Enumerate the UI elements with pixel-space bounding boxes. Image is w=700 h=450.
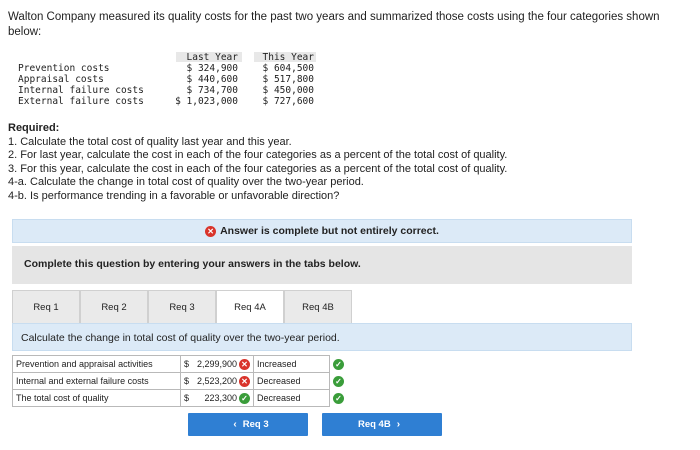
table-row: Internal and external failure costs $ 2,…	[12, 372, 346, 390]
direction-select[interactable]: Decreased	[253, 389, 330, 407]
chevron-right-icon: ›	[396, 419, 401, 430]
cost-row-last: $ 734,700	[186, 85, 238, 96]
answer-row-label: The total cost of quality	[12, 389, 181, 407]
cost-row-label: Appraisal costs	[18, 74, 104, 85]
answer-row-label: Internal and external failure costs	[12, 372, 181, 390]
cost-row-label: Prevention costs	[18, 63, 110, 74]
prev-req-label: Req 3	[242, 419, 269, 430]
direction-select[interactable]: Increased	[253, 355, 330, 373]
amount-input[interactable]: $ 2,523,200 ✕	[180, 372, 254, 390]
incorrect-icon: ✕	[239, 358, 250, 370]
tab-req-4b[interactable]: Req 4B	[284, 290, 352, 324]
required-item: 2. For last year, calculate the cost in …	[8, 149, 508, 161]
cost-row-this: $ 727,600	[262, 96, 314, 107]
cost-row-last: $ 324,900	[186, 63, 238, 74]
required-item: 4-a. Calculate the change in total cost …	[8, 176, 364, 188]
status-cell: ✓	[330, 390, 346, 407]
amount-value: 223,300	[204, 393, 237, 403]
correct-check-icon: ✓	[239, 392, 250, 404]
correct-check-icon: ✓	[333, 358, 344, 370]
tab-req-1[interactable]: Req 1	[12, 290, 80, 324]
req-tabs: Req 1 Req 2 Req 3 Req 4A Req 4B	[12, 290, 632, 324]
answer-status-text: Answer is complete but not entirely corr…	[220, 225, 439, 237]
cost-row-label: External failure costs	[18, 96, 144, 107]
status-cell: ✓	[330, 373, 346, 390]
tab-req-3[interactable]: Req 3	[148, 290, 216, 324]
tab-req-2[interactable]: Req 2	[80, 290, 148, 324]
table-row: Prevention and appraisal activities $ 2,…	[12, 355, 346, 373]
correct-check-icon: ✓	[333, 392, 344, 404]
required-item: 3. For this year, calculate the cost in …	[8, 162, 508, 175]
direction-value: Decreased	[257, 376, 301, 386]
correct-check-icon: ✓	[333, 375, 344, 387]
answer-table: Prevention and appraisal activities $ 2,…	[12, 355, 346, 407]
cost-row-last: $ 440,600	[186, 74, 238, 85]
amount-input[interactable]: $ 223,300 ✓	[180, 389, 254, 407]
instruction-bar: Complete this question by entering your …	[12, 246, 632, 284]
direction-select[interactable]: Decreased	[253, 372, 330, 390]
prev-req-button[interactable]: ‹ Req 3	[188, 413, 308, 436]
required-title: Required:	[8, 122, 60, 134]
amount-value: 2,523,200	[196, 376, 237, 386]
answer-status-banner: ✕ Answer is complete but not entirely co…	[12, 219, 632, 243]
table-row: The total cost of quality $ 223,300 ✓ De…	[12, 389, 346, 407]
status-cell: ✓	[330, 356, 346, 373]
instruction-text: Complete this question by entering your …	[24, 258, 361, 270]
chevron-left-icon: ‹	[233, 419, 237, 430]
required-section: Required: 1. Calculate the total cost of…	[8, 122, 507, 203]
direction-value: Increased	[257, 359, 297, 369]
next-req-button[interactable]: Req 4B ›	[322, 413, 442, 436]
tab-req-4a[interactable]: Req 4A	[216, 290, 284, 324]
cost-row-last: $ 1,023,000	[175, 96, 238, 107]
cost-row-this: $ 450,000	[262, 85, 314, 96]
cost-row-label: Internal failure costs	[18, 85, 144, 96]
col-this-year-header: This Year	[262, 52, 314, 63]
incorrect-icon: ✕	[239, 375, 250, 387]
amount-value: 2,299,900	[196, 359, 237, 369]
problem-intro: Walton Company measured its quality cost…	[8, 11, 660, 38]
answer-row-label: Prevention and appraisal activities	[12, 355, 181, 373]
cost-row-this: $ 517,800	[262, 74, 314, 85]
panel-text: Calculate the change in total cost of qu…	[21, 332, 340, 344]
incorrect-icon: ✕	[205, 225, 217, 237]
direction-value: Decreased	[257, 393, 301, 403]
next-req-label: Req 4B	[357, 419, 391, 430]
required-item: 1. Calculate the total cost of quality l…	[8, 135, 292, 148]
question-panel: Calculate the change in total cost of qu…	[12, 323, 632, 351]
cost-row-this: $ 604,500	[262, 63, 314, 74]
col-last-year-header: Last Year	[186, 52, 238, 63]
required-item: 4-b. Is performance trending in a favora…	[8, 189, 340, 202]
amount-input[interactable]: $ 2,299,900 ✕	[180, 355, 254, 373]
